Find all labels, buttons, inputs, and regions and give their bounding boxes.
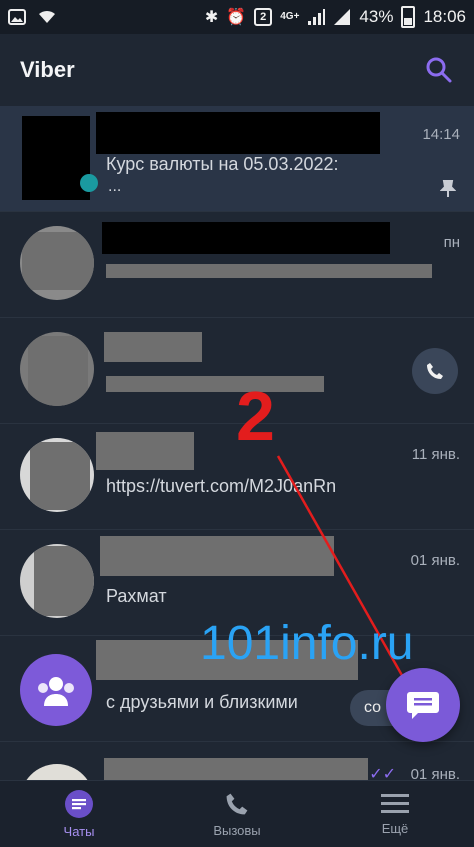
chat-bubble-icon xyxy=(407,692,439,719)
nav-label: Ещё xyxy=(381,820,409,836)
nav-more[interactable]: Ещё xyxy=(316,781,474,847)
nav-calls[interactable]: Вызовы xyxy=(158,781,316,847)
bottom-nav: Чаты Вызовы Ещё xyxy=(0,780,474,847)
new-chat-button[interactable] xyxy=(386,668,460,742)
nav-label: Вызовы xyxy=(213,822,261,838)
watermark: 101info.ru xyxy=(200,617,414,670)
chat-icon xyxy=(65,789,93,818)
nav-label: Чаты xyxy=(63,823,95,839)
menu-icon xyxy=(381,793,409,813)
annotation-number: 2 xyxy=(236,377,275,455)
phone-icon xyxy=(226,793,248,814)
nav-chats[interactable]: Чаты xyxy=(0,781,158,847)
